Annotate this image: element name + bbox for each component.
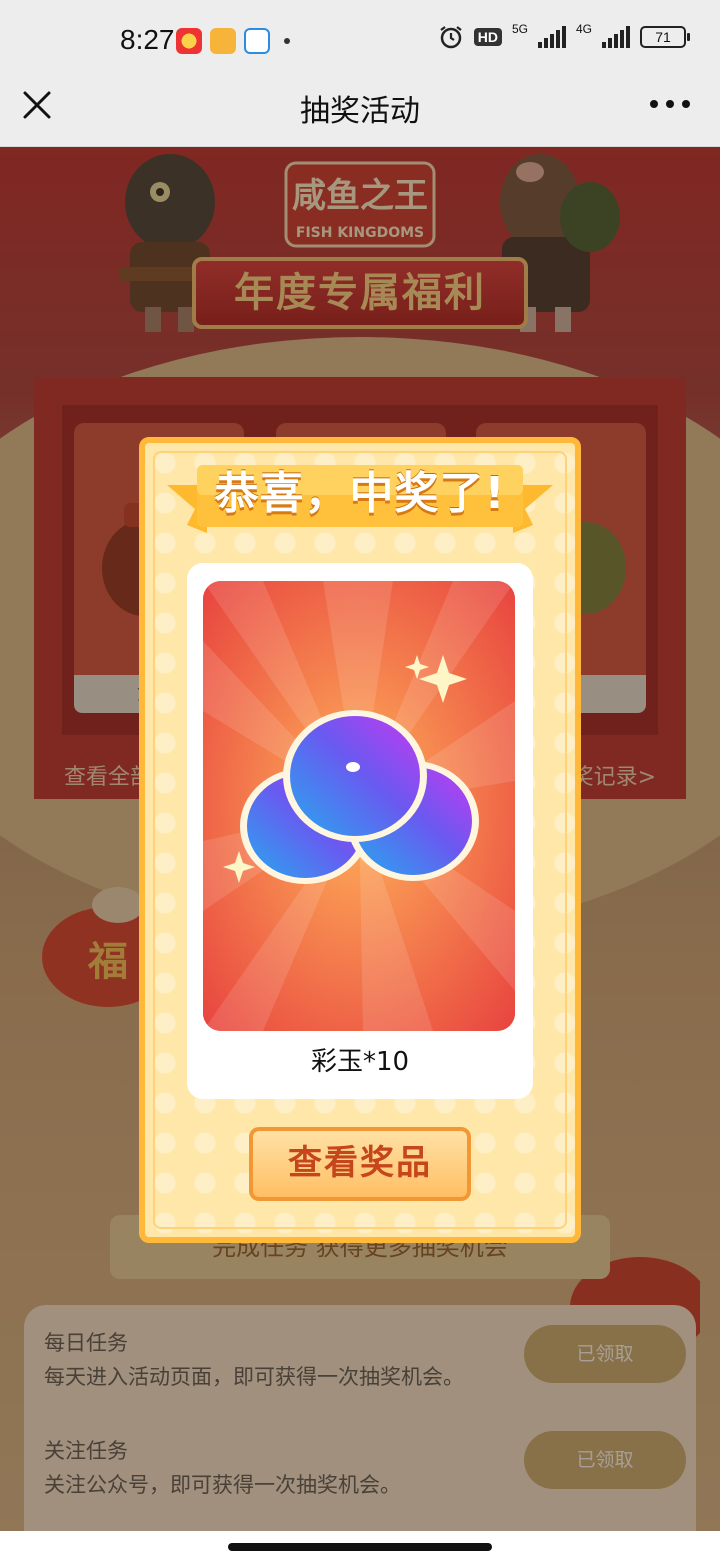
browser-notification-icon <box>244 28 270 54</box>
alarm-icon <box>440 26 462 49</box>
reward-name: 彩玉*10 <box>310 1047 410 1077</box>
signal-5g-icon <box>537 26 566 48</box>
win-modal: 恭喜，中奖了! 彩玉*10 查看奖品 <box>139 437 581 1243</box>
reward-box: 彩玉*10 <box>187 563 533 1099</box>
network-5g-label: 5G <box>511 22 528 36</box>
status-time: 8:27 <box>120 24 175 55</box>
status-bar: 8:27 HD 5G 4G 71 <box>0 0 720 80</box>
app-notification-icon <box>176 28 202 54</box>
page-title: 抽奖活动 <box>300 94 420 129</box>
jade-coins-icon <box>203 581 515 1031</box>
home-indicator[interactable] <box>228 1543 492 1551</box>
view-prize-button[interactable]: 查看奖品 <box>249 1127 471 1201</box>
reward-image <box>203 581 515 1031</box>
modal-heading: 恭喜，中奖了! <box>214 468 506 519</box>
more-options-icon[interactable] <box>650 100 690 108</box>
battery-icon: 71 <box>640 26 690 48</box>
signal-4g-icon <box>602 26 630 48</box>
status-icons: HD 5G 4G 71 <box>438 22 690 50</box>
nav-bar: 抽奖活动 <box>0 80 720 147</box>
network-4g-label: 4G <box>575 22 592 36</box>
more-notifications-dot <box>284 38 290 44</box>
home-indicator-area <box>0 1531 720 1560</box>
message-notification-icon <box>210 28 236 54</box>
hd-badge: HD <box>473 28 502 46</box>
